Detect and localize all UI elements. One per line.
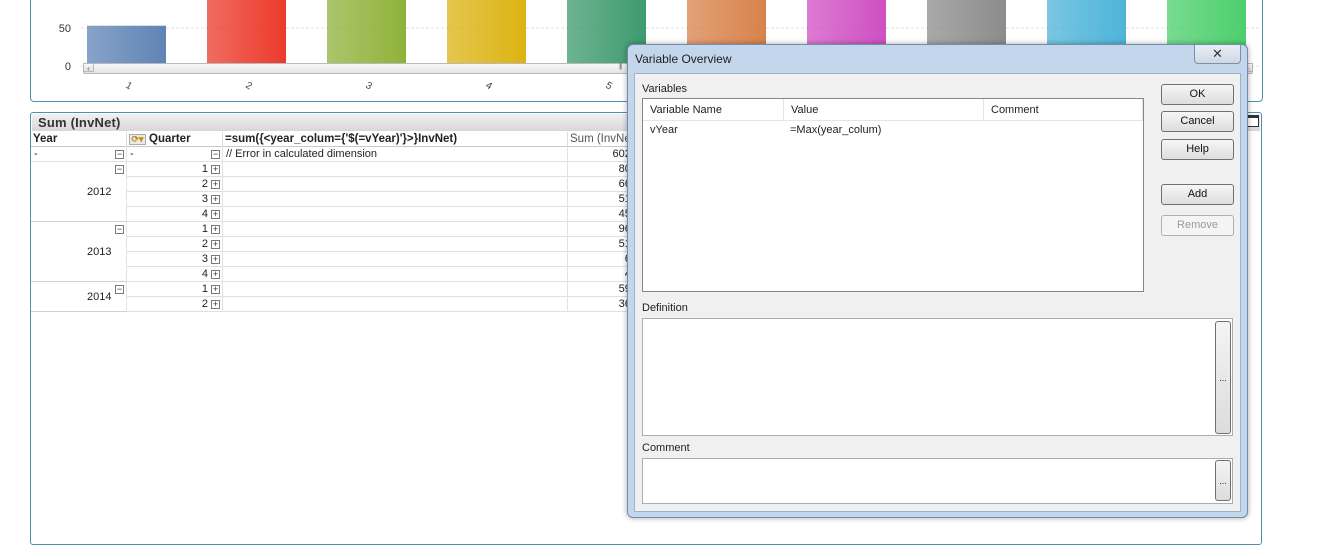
quarter-cell: 1: [127, 162, 223, 177]
variables-label: Variables: [642, 83, 688, 95]
x-tick-label: 3: [364, 80, 375, 93]
dialog-title: Variable Overview: [635, 52, 732, 66]
quarter-cell: 2: [127, 177, 223, 192]
cancel-button[interactable]: Cancel: [1161, 111, 1234, 132]
expr-cell: [223, 192, 568, 207]
close-icon[interactable]: ✕: [1194, 45, 1241, 64]
error-text-cell: // Error in calculated dimension: [223, 147, 568, 162]
collapse-icon[interactable]: −: [211, 150, 220, 159]
y-tick-label: 50: [59, 23, 71, 35]
definition-label: Definition: [642, 302, 688, 314]
year-group-cell[interactable]: 2012: [31, 162, 127, 222]
x-tick-label: 1: [124, 80, 135, 93]
quarter-cell: 3: [127, 192, 223, 207]
variables-list[interactable]: Variable Name Value Comment vYear =Max(y…: [642, 98, 1144, 292]
collapse-icon[interactable]: −: [115, 150, 124, 159]
expr-cell: [223, 222, 568, 237]
help-button[interactable]: Help: [1161, 139, 1234, 160]
dialog-body: Variables Variable Name Value Comment vY…: [634, 73, 1241, 512]
expand-icon[interactable]: +: [211, 165, 220, 174]
header-quarter-label: Quarter: [149, 133, 191, 145]
bar-1[interactable]: [87, 25, 166, 66]
header-quarter[interactable]: ⟳▾ Quarter: [127, 132, 223, 147]
column-value[interactable]: Value: [784, 99, 984, 121]
collapse-icon[interactable]: −: [115, 165, 124, 174]
year-label: 2013: [87, 246, 112, 258]
expand-icon[interactable]: +: [211, 300, 220, 309]
quarter-total-cell: -: [127, 147, 223, 162]
expr-cell: [223, 177, 568, 192]
remove-button: Remove: [1161, 215, 1234, 236]
comment-expand-button[interactable]: ...: [1215, 460, 1231, 501]
expand-icon[interactable]: +: [211, 240, 220, 249]
y-tick-label: 0: [65, 61, 71, 73]
expand-icon[interactable]: +: [211, 255, 220, 264]
x-tick-label: 2: [244, 80, 255, 93]
variable-value-cell: =Max(year_colum): [790, 124, 882, 136]
year-label: 2014: [87, 291, 112, 303]
bar-3[interactable]: [327, 0, 406, 66]
comment-label: Comment: [642, 442, 690, 454]
quarter-cell: 1: [127, 282, 223, 297]
header-expression[interactable]: =sum({<year_colum={'$(=vYear)'}>}InvNet): [223, 132, 568, 147]
expr-cell: [223, 207, 568, 222]
expand-icon[interactable]: +: [211, 195, 220, 204]
cycle-group-icon[interactable]: ⟳▾: [129, 134, 146, 145]
quarter-cell: 3: [127, 252, 223, 267]
year-group-cell[interactable]: 2013: [31, 222, 127, 282]
column-variable-name[interactable]: Variable Name: [643, 99, 784, 121]
add-button[interactable]: Add: [1161, 184, 1234, 205]
ok-button[interactable]: OK: [1161, 84, 1234, 105]
collapse-icon[interactable]: −: [115, 285, 124, 294]
list-item[interactable]: vYear =Max(year_colum): [643, 121, 1143, 137]
expr-cell: [223, 297, 568, 312]
year-label: 2012: [87, 186, 112, 198]
year-group-cell[interactable]: 2014: [31, 282, 127, 312]
quarter-cell: 1: [127, 222, 223, 237]
expand-icon[interactable]: +: [211, 210, 220, 219]
comment-field[interactable]: [642, 458, 1233, 504]
scroll-left-icon[interactable]: ‹: [83, 63, 94, 73]
bar-4[interactable]: [447, 0, 526, 66]
definition-expand-button[interactable]: ...: [1215, 321, 1231, 434]
header-year[interactable]: Year: [31, 132, 127, 147]
expand-icon[interactable]: +: [211, 285, 220, 294]
x-tick-label: 5: [604, 80, 615, 93]
expr-cell: [223, 162, 568, 177]
scroll-thumb-grip[interactable]: |||: [619, 63, 623, 70]
quarter-cell: 2: [127, 237, 223, 252]
expr-cell: [223, 282, 568, 297]
definition-field[interactable]: [642, 318, 1233, 436]
expand-icon[interactable]: +: [211, 180, 220, 189]
bar-2[interactable]: [207, 0, 286, 67]
maximize-icon[interactable]: [1247, 115, 1259, 127]
x-tick-label: 4: [484, 80, 495, 93]
variable-name-cell: vYear: [650, 124, 678, 136]
year-total-cell: -: [31, 147, 127, 162]
expr-cell: [223, 237, 568, 252]
column-comment[interactable]: Comment: [984, 99, 1143, 121]
quarter-cell: 2: [127, 297, 223, 312]
quarter-cell: 4: [127, 207, 223, 222]
variable-overview-dialog: Variable Overview ✕ Variables Variable N…: [627, 44, 1248, 518]
expr-cell: [223, 267, 568, 282]
expr-cell: [223, 252, 568, 267]
collapse-icon[interactable]: −: [115, 225, 124, 234]
expand-icon[interactable]: +: [211, 225, 220, 234]
expand-icon[interactable]: +: [211, 270, 220, 279]
quarter-cell: 4: [127, 267, 223, 282]
